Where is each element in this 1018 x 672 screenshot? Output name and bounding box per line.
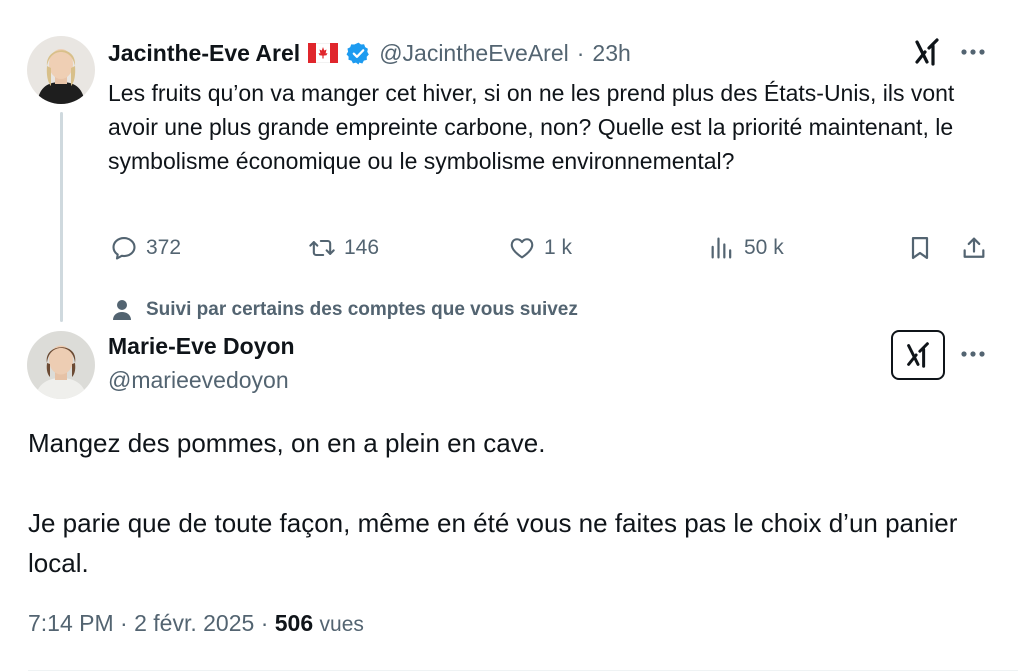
repost-count: 146 bbox=[344, 236, 380, 259]
bookmark-button[interactable] bbox=[906, 230, 934, 266]
tweet2-line: Je parie que de toute façon, même en été… bbox=[28, 508, 958, 578]
meta-separator: · bbox=[120, 610, 128, 636]
tweet1-handle[interactable]: @JacintheEveArel bbox=[379, 40, 569, 67]
tweet1-body-text: Les fruits qu’on va manger cet hiver, si… bbox=[108, 80, 955, 174]
tweet2-author-name[interactable]: Marie-Eve Doyon bbox=[108, 333, 295, 360]
verified-badge-icon[interactable] bbox=[346, 41, 371, 66]
grok-button[interactable] bbox=[891, 330, 945, 380]
tweet1-header: Jacinthe-Eve Arel @JacintheEveArel · 23h bbox=[108, 36, 631, 70]
social-context-text[interactable]: Suivi par certains des comptes que vous … bbox=[146, 299, 578, 321]
heart-icon bbox=[510, 238, 534, 259]
social-context: Suivi par certains des comptes que vous … bbox=[112, 296, 578, 324]
meta-separator: · bbox=[260, 610, 269, 636]
tweet2-views-label: vues bbox=[319, 613, 364, 636]
tweet2-more-options-icon[interactable] bbox=[958, 342, 988, 366]
bookmark-icon bbox=[911, 236, 929, 260]
grok-icon[interactable] bbox=[911, 36, 943, 68]
reply-button[interactable]: 372 bbox=[110, 230, 181, 266]
views-chart-icon bbox=[711, 237, 732, 259]
avatar-marie-eve-doyon[interactable] bbox=[27, 331, 95, 399]
person-icon bbox=[113, 300, 131, 320]
like-count: 1 k bbox=[544, 236, 573, 259]
tweet2-views-count: 506 bbox=[274, 610, 314, 636]
reply-icon bbox=[112, 237, 136, 260]
share-icon bbox=[963, 237, 985, 258]
tweet2-handle[interactable]: @marieevedoyon bbox=[108, 367, 289, 394]
views-button[interactable]: 50 k bbox=[708, 230, 784, 266]
divider bbox=[28, 670, 1018, 671]
thread-connector-line bbox=[60, 112, 63, 322]
tweet2-body-text: Mangez des pommes, on en a plein en cave… bbox=[28, 423, 988, 583]
tweet1-more-options-icon[interactable] bbox=[958, 40, 988, 64]
tweet1-action-bar: 372 146 1 k 50 k bbox=[108, 230, 990, 266]
canada-flag-icon bbox=[307, 42, 339, 64]
avatar-jacinthe-eve-arel[interactable] bbox=[27, 36, 95, 104]
tweet2-metadata: 7:14 PM · 2 févr. 2025 · 506 vues bbox=[28, 610, 364, 637]
grok-icon bbox=[907, 342, 929, 368]
like-button[interactable]: 1 k bbox=[508, 230, 572, 266]
repost-button[interactable]: 146 bbox=[308, 230, 379, 266]
tweet2-line: Mangez des pommes, on en a plein en cave… bbox=[28, 428, 546, 458]
tweet2-line bbox=[28, 463, 988, 503]
share-button[interactable] bbox=[960, 230, 988, 266]
tweet2-time[interactable]: 7:14 PM bbox=[28, 610, 114, 636]
tweet2-date[interactable]: 2 févr. 2025 bbox=[134, 610, 254, 636]
tweet1-timestamp[interactable]: 23h bbox=[592, 40, 630, 67]
tweet1-author-name[interactable]: Jacinthe-Eve Arel bbox=[108, 40, 300, 67]
views-count: 50 k bbox=[744, 236, 784, 259]
reply-count: 372 bbox=[146, 236, 182, 259]
repost-icon bbox=[309, 239, 335, 257]
tweet1-dot-separator: · bbox=[576, 39, 585, 66]
